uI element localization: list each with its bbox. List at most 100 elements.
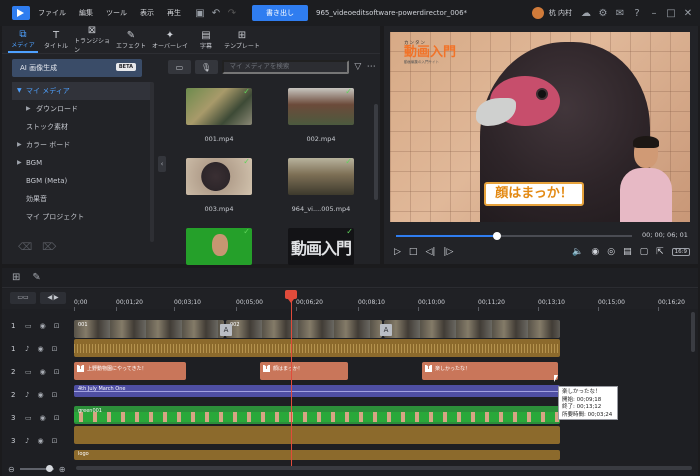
aspect-ratio-selector[interactable]: 16:9 — [671, 248, 690, 256]
tree-item-my-media[interactable]: ▼ マイ メディア — [12, 82, 152, 100]
fit-timeline-button[interactable]: ◀|▶ — [40, 292, 66, 304]
user-name[interactable]: 杭 内村 — [549, 8, 572, 18]
video-caption[interactable]: 顔はまっか！ — [484, 182, 584, 206]
menu-tools[interactable]: ツール — [106, 8, 127, 18]
tab-transition[interactable]: ⊠ トランジション — [74, 25, 110, 54]
export-button[interactable]: 書き出し — [252, 5, 308, 21]
media-item[interactable]: ✓ 002.mp4 — [288, 88, 354, 143]
tree-item-color-board[interactable]: ▶ カラー ボード — [12, 136, 152, 154]
media-scrollbar[interactable] — [374, 104, 378, 200]
preview-quality-icon[interactable]: ◎ — [607, 247, 615, 257]
music-clip[interactable]: 4th July March One — [74, 385, 560, 397]
transition-marker[interactable]: A — [220, 324, 232, 336]
snapshot-icon[interactable]: ◉ — [591, 247, 599, 257]
more-options-icon[interactable]: ⋯ — [367, 62, 376, 72]
redo-icon[interactable]: ↷ — [226, 7, 238, 19]
title-clip[interactable]: T 楽しかったな！ — [422, 362, 558, 380]
eye-icon[interactable]: ◉ — [37, 391, 43, 399]
eye-icon[interactable]: ◉ — [37, 345, 43, 353]
media-item[interactable]: ✓ 001.mp4 — [186, 88, 252, 143]
edit-pen-icon[interactable]: ✎ — [32, 272, 40, 283]
zoom-out-icon[interactable]: ⊖ — [8, 465, 15, 474]
delete-tag-icon[interactable]: ⌦ — [42, 242, 56, 253]
tab-effect[interactable]: ✎ エフェクト — [113, 26, 149, 53]
zoom-handle[interactable] — [45, 465, 53, 472]
progress-handle[interactable] — [493, 232, 502, 240]
title-clip[interactable]: T 上野動物園にやってきた！ — [74, 362, 186, 380]
tab-media[interactable]: ⧉ メディア — [8, 26, 38, 53]
tree-item-bgm[interactable]: ▶ BGM — [12, 154, 152, 172]
menu-view[interactable]: 表示 — [140, 8, 154, 18]
timeline-vertical-scrollbar[interactable] — [691, 312, 695, 352]
import-media-button[interactable]: ▭ — [168, 60, 191, 74]
collapse-panel-handle[interactable]: ‹ — [158, 156, 166, 172]
lock-icon[interactable]: ⊡ — [54, 414, 60, 422]
green-screen-clip[interactable]: green001 — [74, 406, 560, 424]
eye-icon[interactable]: ◉ — [40, 322, 46, 330]
zoom-slider[interactable] — [19, 465, 54, 472]
lock-icon[interactable]: ⊡ — [54, 322, 60, 330]
notification-icon[interactable]: ✉ — [614, 7, 626, 19]
volume-icon[interactable]: 🔈 — [572, 247, 583, 257]
media-item[interactable]: ✓ 003.mp4 — [186, 158, 252, 213]
stop-icon[interactable]: □ — [409, 247, 418, 257]
tab-overlay[interactable]: ✦ オーバーレイ — [152, 26, 188, 53]
video-clip[interactable]: 001 — [74, 320, 224, 338]
lock-icon[interactable]: ⊡ — [54, 368, 60, 376]
lock-icon[interactable]: ⊡ — [52, 391, 58, 399]
tree-item-stock[interactable]: ストック素材 — [12, 118, 152, 136]
detach-preview-icon[interactable]: ⇱ — [656, 247, 664, 257]
tree-scrollbar[interactable] — [150, 82, 154, 242]
display-settings-icon[interactable]: ▤ — [623, 247, 632, 257]
menu-edit[interactable]: 編集 — [79, 8, 93, 18]
title-clip[interactable]: T 顔はまっか！ — [260, 362, 348, 380]
timeline-horizontal-scrollbar[interactable] — [76, 466, 692, 470]
next-frame-icon[interactable]: |▷ — [443, 247, 453, 257]
ai-image-generate-button[interactable]: AI 画像生成 BETA — [12, 59, 142, 77]
tab-title[interactable]: T タイトル — [41, 26, 71, 53]
audio-clip[interactable] — [74, 339, 560, 357]
media-search-input[interactable] — [221, 60, 350, 74]
cloud-icon[interactable]: ☁ — [580, 7, 592, 19]
zoom-in-icon[interactable]: ⊕ — [59, 465, 66, 474]
eye-icon[interactable]: ◉ — [40, 414, 46, 422]
maximize-icon[interactable]: □ — [665, 7, 677, 19]
media-item[interactable]: 動画入門 ✓ — [288, 228, 354, 265]
undo-icon[interactable]: ↶ — [210, 7, 222, 19]
track-manager-icon[interactable]: ⊞ — [12, 272, 20, 283]
render-preview-icon[interactable]: ▢ — [640, 247, 649, 257]
menu-playback[interactable]: 再生 — [167, 8, 181, 18]
save-icon[interactable]: ▣ — [194, 7, 206, 19]
previous-frame-icon[interactable]: ◁| — [425, 247, 435, 257]
tree-item-download[interactable]: ▶ ダウンロード — [12, 100, 152, 118]
tab-subtitle[interactable]: ▤ 字幕 — [191, 26, 221, 53]
add-tag-icon[interactable]: ⌫ — [18, 242, 32, 253]
storyboard-toggle[interactable]: ▭▭ — [10, 292, 36, 304]
lock-icon[interactable]: ⊡ — [52, 345, 58, 353]
record-voice-button[interactable]: 🎙 — [194, 60, 218, 74]
close-icon[interactable]: ✕ — [682, 7, 694, 19]
lock-icon[interactable]: ⊡ — [52, 437, 58, 445]
minimize-icon[interactable]: – — [648, 7, 660, 19]
video-clip[interactable]: 002 — [226, 320, 382, 338]
video-clip[interactable] — [384, 320, 560, 338]
tab-template[interactable]: ⊞ テンプレート — [224, 26, 260, 53]
audio-clip[interactable] — [74, 426, 560, 444]
user-avatar[interactable] — [531, 7, 544, 19]
tree-item-bgm-meta[interactable]: BGM (Meta) — [12, 172, 152, 190]
play-icon[interactable]: ▷ — [394, 247, 401, 257]
help-icon[interactable]: ? — [631, 7, 643, 19]
logo-clip[interactable]: logo — [74, 450, 560, 460]
eye-icon[interactable]: ◉ — [40, 368, 46, 376]
progress-track[interactable] — [396, 232, 632, 240]
eye-icon[interactable]: ◉ — [37, 437, 43, 445]
tree-item-my-projects[interactable]: マイ プロジェクト — [12, 208, 152, 226]
transition-marker[interactable]: A — [380, 324, 392, 336]
menu-file[interactable]: ファイル — [38, 8, 66, 18]
timeline-ruler[interactable]: ▭▭ ◀|▶ 0;00 00;01;20 00;03;10 00;05;00 0… — [2, 289, 698, 311]
media-item[interactable]: ✓ — [186, 228, 252, 265]
media-item[interactable]: ✓ 964_vi....005.mp4 — [288, 158, 354, 213]
filter-icon[interactable]: ▽ — [353, 62, 362, 72]
tree-item-sound-effects[interactable]: 効果音 — [12, 190, 152, 208]
gear-icon[interactable]: ⚙ — [597, 7, 609, 19]
